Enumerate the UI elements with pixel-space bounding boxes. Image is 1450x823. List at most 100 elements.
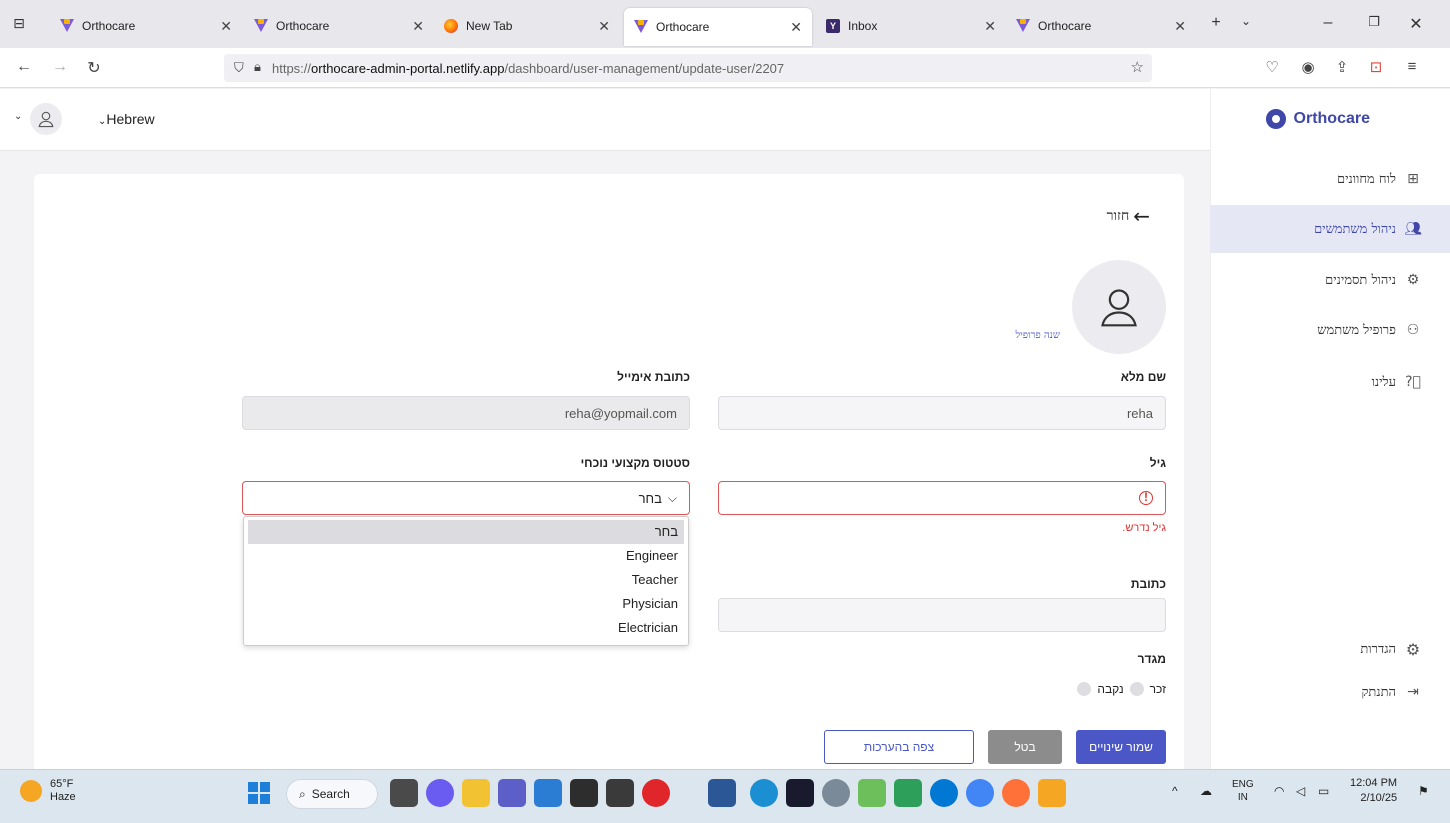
sticky-notes-icon[interactable]: [570, 779, 598, 807]
search-icon: ⌕: [299, 786, 306, 801]
battery-icon[interactable]: ▭: [1318, 784, 1329, 798]
chrome-icon[interactable]: [966, 779, 994, 807]
new-tab-icon[interactable]: +: [1206, 14, 1226, 32]
user-icon: [38, 111, 54, 128]
close-window-icon[interactable]: ✕: [1406, 14, 1426, 34]
gender-male-radio[interactable]: [1129, 682, 1144, 696]
user-icon: [1101, 289, 1137, 327]
pocket-icon[interactable]: ♡: [1262, 58, 1282, 76]
forward-arrow-icon[interactable]: →: [50, 58, 70, 76]
screenshot-icon[interactable]: ⊡: [1366, 58, 1386, 76]
word-icon[interactable]: [708, 779, 736, 807]
browser-tab[interactable]: New Tab ✕: [434, 8, 620, 44]
chevron-down-icon[interactable]: ⌄: [1236, 14, 1256, 28]
task-view-icon[interactable]: [390, 779, 418, 807]
sidebar-item-symptom-management[interactable]: ⚙ ניהול תסמינים: [1210, 257, 1450, 303]
region-code: IN: [1237, 792, 1248, 803]
yopmail-favicon-icon: Y: [826, 19, 840, 33]
teams-icon[interactable]: [498, 779, 526, 807]
brand-name: Orthocare: [1293, 110, 1370, 127]
store-icon[interactable]: [534, 779, 562, 807]
reload-icon[interactable]: ↻: [84, 58, 104, 78]
app-top-bar: ⌄ ⌄Hebrew: [0, 89, 1210, 151]
dropdown-option[interactable]: בחר: [248, 520, 684, 544]
dropdown-option[interactable]: Engineer: [248, 544, 684, 568]
copilot-icon[interactable]: [426, 779, 454, 807]
shield-icon[interactable]: ⛉: [234, 60, 244, 76]
change-profile-link[interactable]: שנה פרופיל: [1015, 330, 1060, 341]
close-tab-icon[interactable]: ✕: [412, 18, 424, 35]
dropdown-option[interactable]: Electrician: [248, 616, 684, 640]
account-icon[interactable]: ◉: [1298, 58, 1318, 76]
browser-tab[interactable]: Orthocare ✕: [50, 8, 242, 44]
snipping-tool-icon[interactable]: [858, 779, 886, 807]
address-input[interactable]: [718, 598, 1166, 632]
restore-icon[interactable]: ❐: [1364, 14, 1384, 30]
calculator-icon[interactable]: [606, 779, 634, 807]
system-clock[interactable]: 12:04 PM 2/10/25: [1350, 776, 1397, 806]
sidebar-item-dashboard[interactable]: ⊞ לוח מחוונים: [1210, 156, 1450, 202]
user-avatar[interactable]: [30, 103, 62, 135]
sidebar-item-user-management[interactable]: 👥︎ ניהול משתמשים: [1210, 205, 1450, 253]
brand-logo[interactable]: Orthocare: [1265, 109, 1370, 129]
extensions-icon[interactable]: ⇪: [1332, 58, 1352, 76]
excel-icon[interactable]: [894, 779, 922, 807]
email-input[interactable]: reha@yopmail.com: [242, 396, 690, 430]
firefox-icon[interactable]: [1002, 779, 1030, 807]
wifi-icon[interactable]: ◠: [1274, 784, 1284, 798]
chevron-up-icon[interactable]: ^: [1172, 784, 1178, 798]
gender-radio-group: זכר נקבה: [1071, 682, 1166, 696]
close-tab-icon[interactable]: ✕: [790, 19, 802, 36]
menu-icon[interactable]: ≡: [1402, 58, 1422, 75]
users-icon: 👥︎: [1404, 221, 1422, 237]
browser-tab[interactable]: Orthocare ✕: [244, 8, 434, 44]
chevron-down-icon[interactable]: ⌄: [14, 111, 22, 122]
weather-widget[interactable]: 65°F Haze: [20, 778, 76, 804]
address-bar[interactable]: ⛉ 🔒︎ https://orthocare-admin-portal.netl…: [224, 54, 1152, 82]
email-value: reha@yopmail.com: [564, 405, 677, 421]
sidebar-item-logout[interactable]: ⇥ התנתק: [1210, 669, 1450, 715]
professional-status-select[interactable]: ⌵ בחר: [242, 481, 690, 515]
start-menu-icon[interactable]: [248, 782, 270, 804]
sublime-icon[interactable]: [1038, 779, 1066, 807]
browser-tab[interactable]: Y Inbox ✕: [816, 8, 1006, 44]
sidebar-item-settings[interactable]: ⚙ הגדרות: [1210, 626, 1450, 672]
browser-tab-active[interactable]: Orthocare ✕: [624, 8, 812, 46]
close-tab-icon[interactable]: ✕: [220, 18, 232, 35]
save-changes-button[interactable]: שמור שינויים: [1076, 730, 1166, 764]
intellij-icon[interactable]: [786, 779, 814, 807]
close-tab-icon[interactable]: ✕: [984, 18, 996, 35]
dropdown-option[interactable]: Physician: [248, 592, 684, 616]
gender-female-radio[interactable]: [1077, 682, 1092, 696]
age-input[interactable]: !: [718, 481, 1166, 515]
profile-avatar[interactable]: [1072, 260, 1166, 354]
edge-icon[interactable]: [750, 779, 778, 807]
language-indicator[interactable]: ENG IN: [1232, 778, 1254, 804]
url-path: /dashboard/user-management/update-user/2…: [504, 60, 785, 76]
sidebar-item-user-profile[interactable]: ⚇ פרופיל משתמש: [1210, 307, 1450, 353]
network-status-icon[interactable]: ☁: [1200, 784, 1212, 798]
gear-icon: ⚙: [1406, 272, 1420, 288]
lock-icon[interactable]: 🔒︎: [254, 59, 261, 75]
tab-list-icon[interactable]: ⊟: [10, 14, 28, 32]
bookmark-star-icon[interactable]: ☆: [1131, 58, 1144, 76]
sidebar-item-about[interactable]: ?⃝ עלינו: [1210, 359, 1450, 405]
skype-icon[interactable]: [930, 779, 958, 807]
browser-tab[interactable]: Orthocare ✕: [1006, 8, 1196, 44]
close-tab-icon[interactable]: ✕: [598, 18, 610, 35]
cancel-button[interactable]: בטל: [988, 730, 1062, 764]
settings-app-icon[interactable]: [822, 779, 850, 807]
opera-icon[interactable]: [642, 779, 670, 807]
taskbar-search[interactable]: ⌕ Search: [286, 779, 378, 809]
full-name-input[interactable]: reha: [718, 396, 1166, 430]
dropdown-option[interactable]: Teacher: [248, 568, 684, 592]
minimize-icon[interactable]: –: [1318, 14, 1338, 32]
back-button[interactable]: ← חזור: [1107, 204, 1150, 228]
view-assessments-button[interactable]: צפה בהערכות: [824, 730, 974, 764]
notification-icon[interactable]: ⚑: [1418, 784, 1429, 798]
volume-muted-icon[interactable]: ◁: [1296, 784, 1305, 798]
back-arrow-icon[interactable]: ←: [14, 58, 34, 76]
file-explorer-icon[interactable]: [462, 779, 490, 807]
language-selector[interactable]: ⌄Hebrew: [98, 111, 155, 127]
close-tab-icon[interactable]: ✕: [1174, 18, 1186, 35]
